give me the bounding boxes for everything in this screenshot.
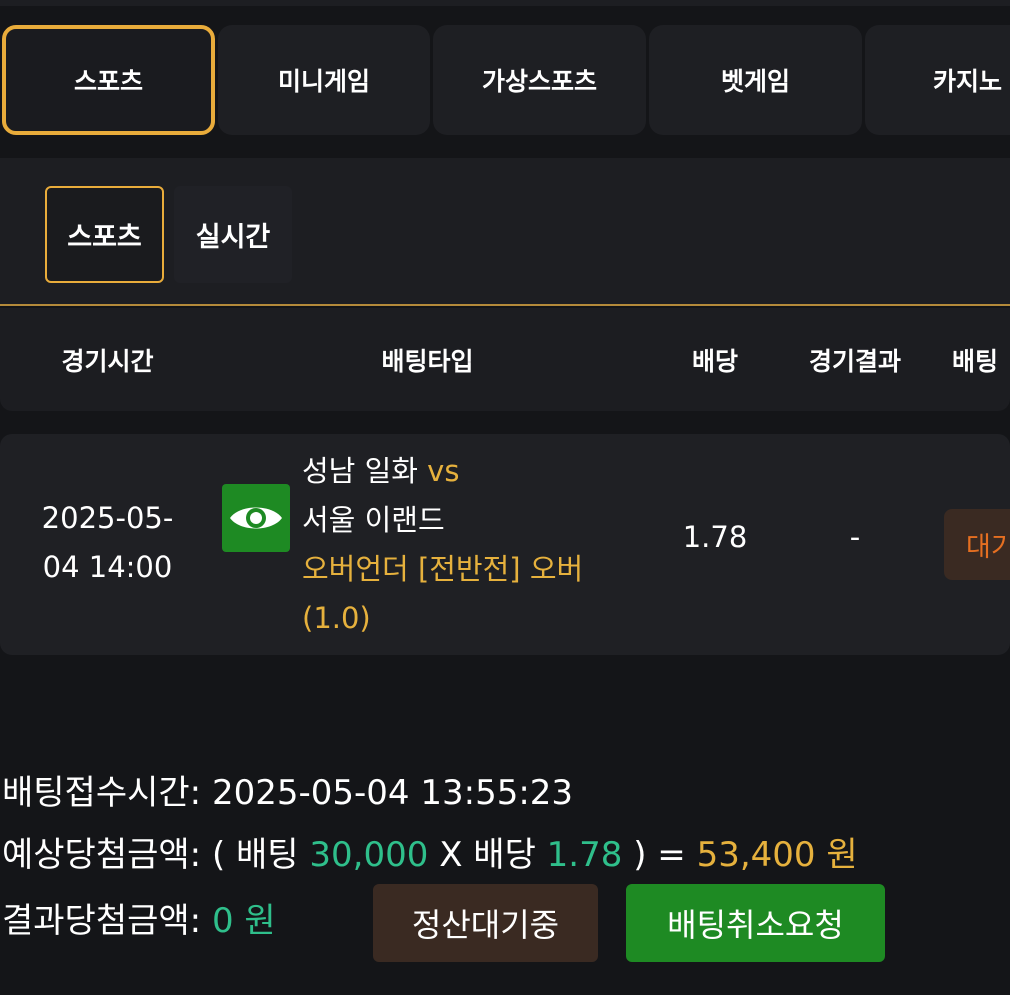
result-win-line: 결과당첨금액: 0 원: [2, 893, 276, 949]
times-label: X 배당: [439, 835, 536, 875]
expected-open: ( 배팅: [211, 835, 299, 875]
bet-line: (1.0): [302, 601, 371, 635]
category-tabs: 스포츠 미니게임 가상스포츠 벳게임 카지노: [0, 25, 1010, 135]
view-detail-button[interactable]: [222, 484, 290, 552]
tab-minigame[interactable]: 미니게임: [218, 25, 430, 135]
bet-type: 오버언더 [전반전] 오버: [302, 552, 584, 586]
expected-label: 예상당첨금액:: [2, 835, 202, 875]
table-header: 경기시간 배팅타입 배당 경기결과 배팅: [0, 308, 1010, 411]
header-odds: 배당: [691, 346, 738, 376]
header-bet-type: 배팅타입: [381, 346, 474, 376]
settlement-pending-button[interactable]: 정산대기중: [373, 884, 598, 962]
tab-casino[interactable]: 카지노: [865, 25, 1010, 135]
expected-close: ) =: [633, 835, 686, 875]
vs-label: vs: [427, 454, 460, 488]
top-divider: [0, 0, 1010, 6]
subtab-sports[interactable]: 스포츠: [45, 186, 164, 283]
tab-sports[interactable]: 스포츠: [2, 25, 215, 135]
expected-amount: 53,400 원: [696, 835, 858, 875]
odds-value: 1.78: [682, 520, 748, 554]
eye-icon: [230, 507, 282, 529]
expected-win-line: 예상당첨금액: ( 배팅 30,000 X 배당 1.78 ) = 53,400…: [2, 827, 858, 883]
result-value: -: [849, 520, 861, 554]
bet-time-value: 2025-05-04 13:55:23: [211, 773, 574, 813]
tab-virtual-sports[interactable]: 가상스포츠: [433, 25, 646, 135]
subtab-live[interactable]: 실시간: [174, 186, 292, 283]
away-team: 서울 이랜드: [302, 503, 445, 537]
match-time: 2025-05- 04 14:00: [20, 494, 195, 592]
header-result: 경기결과: [808, 346, 901, 376]
tab-betgame[interactable]: 벳게임: [649, 25, 862, 135]
header-match-time: 경기시간: [61, 346, 154, 376]
match-time-date: 2025-05-: [41, 501, 174, 535]
bet-amount: 30,000: [309, 835, 429, 875]
bet-time-line: 배팅접수시간: 2025-05-04 13:55:23: [2, 765, 573, 821]
result-label: 결과당첨금액:: [2, 901, 202, 941]
result-amount: 0 원: [211, 901, 276, 941]
summary-odds: 1.78: [546, 835, 623, 875]
home-team: 성남 일화: [302, 454, 418, 488]
header-bet: 배팅: [952, 346, 999, 376]
sub-tab-panel: 스포츠 실시간: [0, 158, 1010, 306]
status-badge: 대기: [944, 509, 1010, 580]
bet-info: 성남 일화 vs 서울 이랜드 오버언더 [전반전] 오버 (1.0): [302, 447, 632, 643]
bet-time-label: 배팅접수시간:: [2, 773, 202, 813]
cancel-bet-request-button[interactable]: 배팅취소요청: [626, 884, 885, 962]
match-time-hour: 04 14:00: [42, 550, 173, 584]
